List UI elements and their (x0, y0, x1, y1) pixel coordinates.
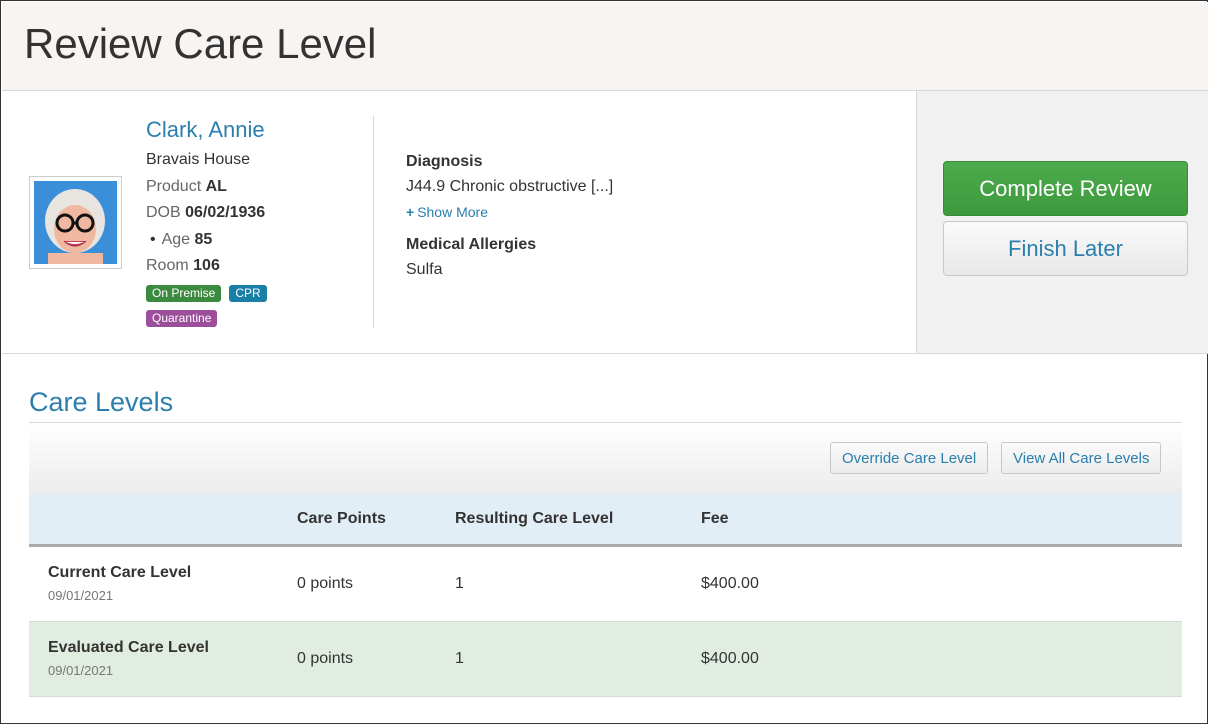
resident-room: Room 106 (146, 253, 306, 280)
care-points-cell: 0 points (297, 575, 354, 592)
row-date: 09/01/2021 (48, 663, 114, 678)
allergies-value: Sulfa (406, 261, 443, 278)
age-label: Age (161, 230, 191, 248)
row-label: Current Care Level (48, 564, 192, 581)
status-badges: On Premise CPR Quarantine (146, 284, 306, 334)
table-row-evaluated: Evaluated Care Level 09/01/2021 0 points… (29, 622, 1182, 697)
dob-label: DOB (146, 204, 181, 221)
show-more-link[interactable]: + Show More (406, 204, 613, 220)
clinical-info: Diagnosis J44.9 Chronic obstructive [...… (406, 153, 613, 279)
divider (373, 116, 374, 328)
care-levels-toolbar: Override Care Level View All Care Levels (29, 423, 1182, 493)
care-level-cell: 1 (455, 575, 464, 592)
column-header-fee: Fee (701, 510, 729, 527)
row-label: Evaluated Care Level (48, 639, 209, 656)
resident-name-link[interactable]: Clark, Annie (146, 117, 306, 143)
row-date: 09/01/2021 (48, 588, 114, 603)
age-value: 85 (194, 230, 213, 248)
diagnosis-label: Diagnosis (406, 153, 483, 170)
dob-value: 06/02/1936 (185, 204, 266, 221)
column-header-care-points: Care Points (297, 510, 386, 527)
care-level-cell: 1 (455, 650, 464, 667)
fee-cell: $400.00 (701, 650, 759, 667)
fee-cell: $400.00 (701, 575, 759, 592)
resident-avatar-icon (34, 181, 117, 264)
table-header: Care Points Resulting Care Level Fee (29, 493, 1182, 547)
room-label: Room (146, 257, 189, 274)
finish-later-button[interactable]: Finish Later (943, 221, 1188, 276)
complete-review-button[interactable]: Complete Review (943, 161, 1188, 216)
resident-product: Product AL (146, 174, 306, 201)
bullet-icon: • (150, 230, 156, 248)
allergies-label: Medical Allergies (406, 236, 537, 253)
care-levels-table: Care Points Resulting Care Level Fee Cur… (29, 493, 1182, 697)
status-badge-on-premise: On Premise (146, 284, 222, 302)
page-title: Review Care Level (24, 20, 377, 67)
plus-icon: + (406, 204, 415, 220)
status-badge-quarantine: Quarantine (146, 309, 218, 327)
resident-summary: Clark, Annie Bravais House Product AL DO… (2, 91, 916, 354)
product-label: Product (146, 177, 202, 195)
diagnosis-value: J44.9 Chronic obstructive [...] (406, 178, 614, 195)
action-panel: Complete Review Finish Later (916, 91, 1208, 354)
care-levels-title: Care Levels (29, 387, 174, 417)
care-points-cell: 0 points (297, 650, 354, 667)
resident-photo (29, 176, 122, 269)
resident-dob: DOB 06/02/1936 (146, 200, 306, 227)
page-header: Review Care Level (2, 2, 1208, 91)
override-care-level-button[interactable]: Override Care Level (830, 442, 989, 474)
resident-age: • Age 85 (146, 227, 306, 254)
column-header-resulting-care-level: Resulting Care Level (455, 510, 614, 527)
status-badge-cpr: CPR (229, 284, 267, 302)
view-all-care-levels-button[interactable]: View All Care Levels (1001, 442, 1162, 474)
product-value: AL (205, 177, 227, 195)
app-frame: Review Care Level Clark, Annie Bravais H… (0, 0, 1208, 724)
table-row-current: Current Care Level 09/01/2021 0 points 1… (29, 547, 1182, 622)
show-more-label: Show More (417, 204, 488, 220)
resident-facility: Bravais House (146, 151, 251, 168)
resident-info: Clark, Annie Bravais House Product AL DO… (146, 117, 306, 334)
room-value: 106 (193, 257, 220, 274)
